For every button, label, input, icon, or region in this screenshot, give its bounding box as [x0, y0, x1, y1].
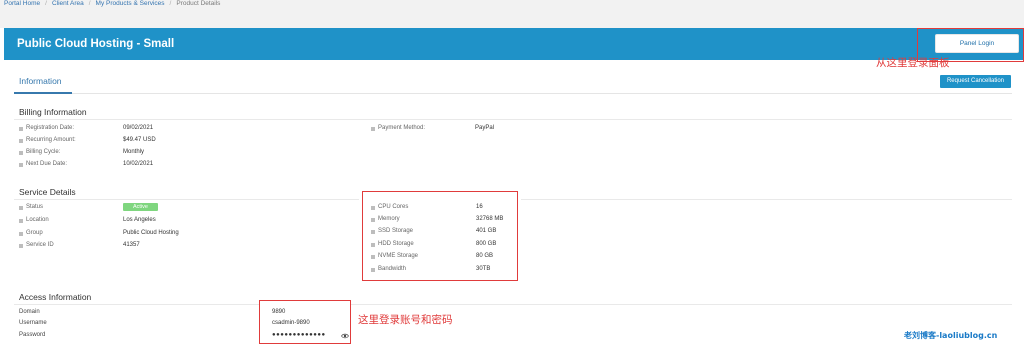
tab-active-indicator — [14, 92, 72, 94]
section-divider — [351, 304, 1012, 305]
spec-value: 800 GB — [476, 241, 497, 247]
section-divider — [521, 199, 1012, 200]
service-section-title: Service Details — [19, 187, 76, 197]
spec-row: NVME Storage 80 GB — [371, 252, 511, 261]
spec-row: Memory 32768 MB — [371, 215, 511, 224]
bullet — [19, 139, 23, 143]
spec-value: 16 — [476, 204, 483, 210]
spec-row: Bandwidth 30TB — [371, 265, 511, 274]
bullet — [19, 163, 23, 167]
spec-label: Bandwidth — [378, 266, 407, 272]
account-annotation: 这里登录账号和密码 — [358, 314, 453, 326]
billing-row: Registration Date: 09/02/2021 — [19, 124, 349, 133]
page-title: Public Cloud Hosting - Small — [17, 38, 175, 50]
bullet — [19, 232, 23, 236]
service-row: Status Active — [19, 203, 349, 212]
service-label: Service ID — [26, 242, 54, 248]
billing-label: Billing Cycle: — [26, 149, 61, 155]
service-row: Service ID 41357 — [19, 241, 349, 250]
bullet — [19, 206, 23, 210]
product-header: Public Cloud Hosting - Small Panel Login — [4, 28, 1024, 60]
status-value: Active — [123, 203, 158, 212]
billing-label: Next Due Date: — [26, 161, 68, 167]
billing-row: Billing Cycle: Monthly — [19, 148, 349, 157]
access-label: Domain — [19, 309, 40, 315]
breadcrumb: Portal Home / Client Area / My Products & Se… — [0, 0, 1024, 28]
billing-value: 10/02/2021 — [123, 161, 154, 167]
spec-label: CPU Cores — [378, 204, 409, 210]
spec-label: HDD Storage — [378, 241, 414, 247]
breadcrumb-client-area[interactable]: Client Area — [52, 0, 84, 8]
breadcrumb-portal-home[interactable]: Portal Home — [4, 0, 40, 8]
spec-label: NVME Storage — [378, 253, 419, 259]
request-cancellation-button[interactable]: Request Cancellation — [940, 75, 1011, 88]
section-divider — [14, 119, 1012, 120]
spec-row: SSD Storage 401 GB — [371, 227, 511, 236]
watermark: 老刘博客-laoliublog.cn — [904, 331, 998, 340]
service-label: Status — [26, 204, 44, 210]
spec-row: CPU Cores 16 — [371, 203, 511, 212]
breadcrumb-products-services[interactable]: My Products & Services — [96, 0, 165, 8]
spec-value: 80 GB — [476, 253, 494, 259]
section-divider — [14, 199, 359, 200]
bullet — [371, 243, 375, 247]
billing-row: Recurring Amount: $49.47 USD — [19, 136, 349, 145]
breadcrumb-separator: / — [45, 0, 47, 7]
billing-value: 09/02/2021 — [123, 125, 154, 131]
service-row: Location Los Angeles — [19, 216, 349, 225]
bullet — [371, 218, 375, 222]
access-section-title: Access Information — [19, 292, 92, 302]
bullet — [19, 151, 23, 155]
spec-value: 32768 MB — [476, 216, 504, 222]
username-value: csadmin-9890 — [272, 320, 310, 326]
bullet — [19, 219, 23, 223]
payment-method-value: PayPal — [475, 125, 495, 131]
spec-value: 401 GB — [476, 228, 497, 234]
eye-icon[interactable] — [341, 333, 349, 339]
breadcrumb-current: Product Details — [176, 0, 221, 7]
tab-information[interactable]: Information — [19, 75, 62, 87]
breadcrumb-separator: / — [169, 0, 172, 7]
spec-value: 30TB — [476, 266, 491, 272]
billing-label: Recurring Amount: — [26, 137, 76, 143]
status-badge: Active — [123, 203, 158, 211]
spec-label: SSD Storage — [378, 228, 414, 234]
billing-row: Next Due Date: 10/02/2021 — [19, 160, 349, 169]
tab-divider — [14, 93, 1012, 94]
service-value: Public Cloud Hosting — [123, 230, 179, 236]
service-value: 41357 — [123, 242, 140, 248]
service-row: Group Public Cloud Hosting — [19, 229, 349, 238]
bullet — [19, 127, 23, 131]
spec-row: HDD Storage 800 GB — [371, 240, 511, 249]
service-label: Location — [26, 217, 49, 223]
billing-label: Registration Date: — [26, 125, 75, 131]
bullet — [19, 244, 23, 248]
access-label: Password — [19, 332, 46, 338]
billing-value: Monthly — [123, 149, 145, 155]
payment-method-label: Payment Method: — [378, 125, 426, 131]
billing-section-title: Billing Information — [19, 107, 87, 117]
payment-method-row: Payment Method: PayPal — [371, 124, 571, 133]
service-value: Los Angeles — [123, 217, 156, 223]
bullet — [371, 255, 375, 259]
domain-value: 9890 — [272, 309, 286, 315]
service-label: Group — [26, 230, 43, 236]
billing-value: $49.47 USD — [123, 137, 156, 143]
bullet — [371, 268, 375, 272]
access-label: Username — [19, 320, 47, 326]
section-divider — [14, 304, 259, 305]
breadcrumb-separator: / — [88, 0, 91, 7]
bullet — [371, 206, 375, 210]
bullet — [371, 127, 375, 131]
bullet — [371, 230, 375, 234]
panel-annotation: 从这里登录面板 — [876, 57, 950, 69]
spec-label: Memory — [378, 216, 400, 222]
password-value: ●●●●●●●●●●●●● — [272, 332, 326, 338]
